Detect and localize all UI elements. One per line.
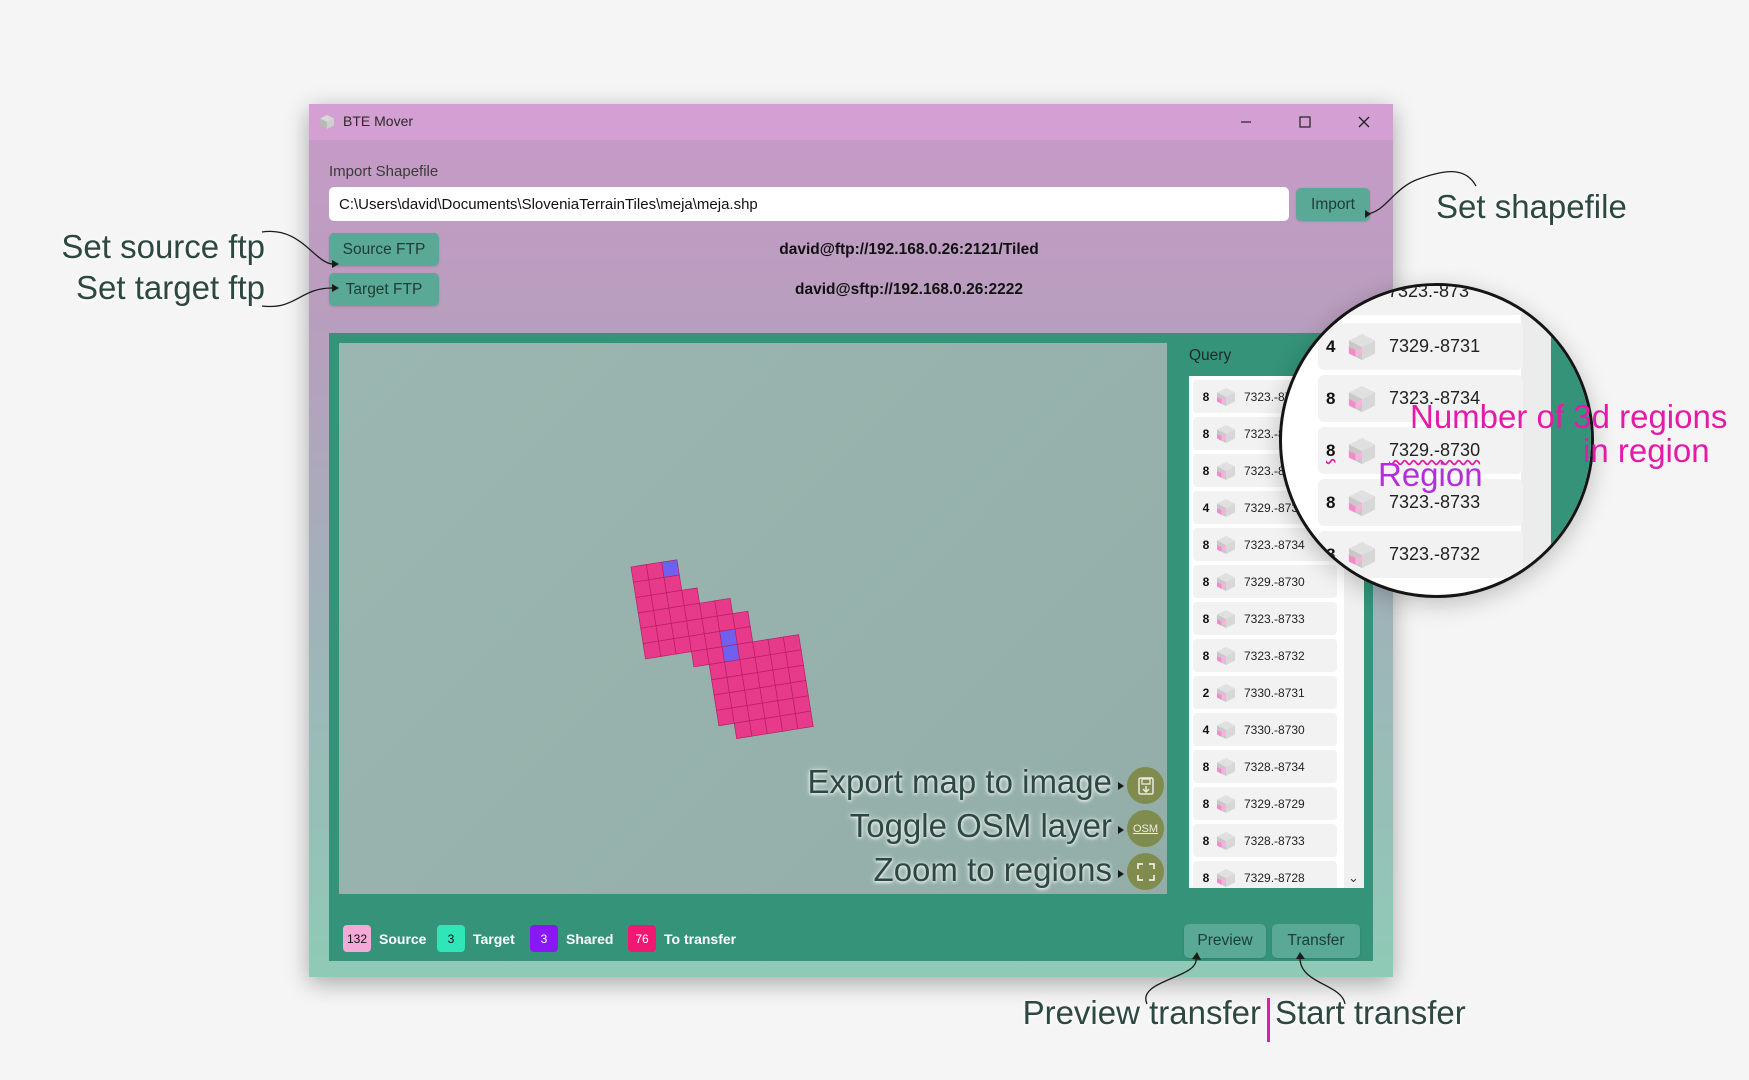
magnified-list-item: 8 7323.-8732: [1318, 531, 1523, 578]
arrow-head: [332, 260, 339, 268]
annotation-zoom-regions: Zoom to regions: [873, 851, 1112, 888]
arrow-head: [1192, 952, 1201, 960]
annotation-set-source-ftp: Set source ftp: [61, 228, 265, 265]
magnified-3d-count: 8: [1326, 544, 1336, 564]
annotation-toggle-osm: Toggle OSM layer: [849, 807, 1112, 844]
annotation-number-3d-regions: Number of 3d regions: [1410, 398, 1728, 435]
magnified-3d-count: 8: [1326, 492, 1336, 512]
magnified-list-item: 7323.-873: [1318, 283, 1523, 315]
annotation-export-map: Export map to image: [807, 763, 1112, 800]
arrow-head: [332, 284, 339, 292]
magnifier-lens: 7323.-873 4 7329.-8731 8 7323.-8734 8 7329.-8…: [1279, 283, 1594, 598]
magnified-cube-icon: [1346, 435, 1378, 467]
arrow-head: [1365, 210, 1371, 218]
annotation-separator: [1267, 998, 1270, 1042]
magnified-region-name: 7323.-8733: [1389, 492, 1481, 512]
magnified-region-name: 7323.-873: [1388, 283, 1470, 301]
arrow-target-ftp: [261, 287, 333, 308]
annotation-in-region: in region: [1583, 432, 1710, 469]
arrow-head: [1118, 870, 1124, 878]
magnified-list-item: 4 7329.-8731: [1318, 323, 1523, 370]
annotation-set-target-ftp: Set target ftp: [76, 269, 265, 306]
magnified-cube-icon: [1346, 383, 1378, 415]
arrow-source-ftp: [261, 230, 333, 265]
annotation-set-shapefile: Set shapefile: [1436, 188, 1627, 225]
magnified-region-name: 7323.-8732: [1389, 544, 1481, 564]
magnified-cube-icon: [1346, 331, 1378, 363]
annotation-preview-transfer: Preview transfer: [1022, 994, 1261, 1031]
magnified-region-name: 7329.-8731: [1389, 336, 1481, 356]
arrow-head: [1118, 782, 1124, 790]
magnified-3d-count: 4: [1326, 336, 1336, 356]
magnified-3d-count: 8: [1326, 388, 1336, 408]
magnified-scrollbar: [1521, 286, 1551, 595]
arrow-head: [1118, 826, 1124, 834]
arrow-head: [1296, 952, 1305, 959]
magnified-cube-icon: [1346, 539, 1378, 571]
magnified-3d-count: 8: [1326, 440, 1336, 460]
annotation-start-transfer: Start transfer: [1275, 994, 1466, 1031]
magnified-cube-icon: [1346, 487, 1378, 519]
annotation-region: Region: [1378, 456, 1483, 493]
